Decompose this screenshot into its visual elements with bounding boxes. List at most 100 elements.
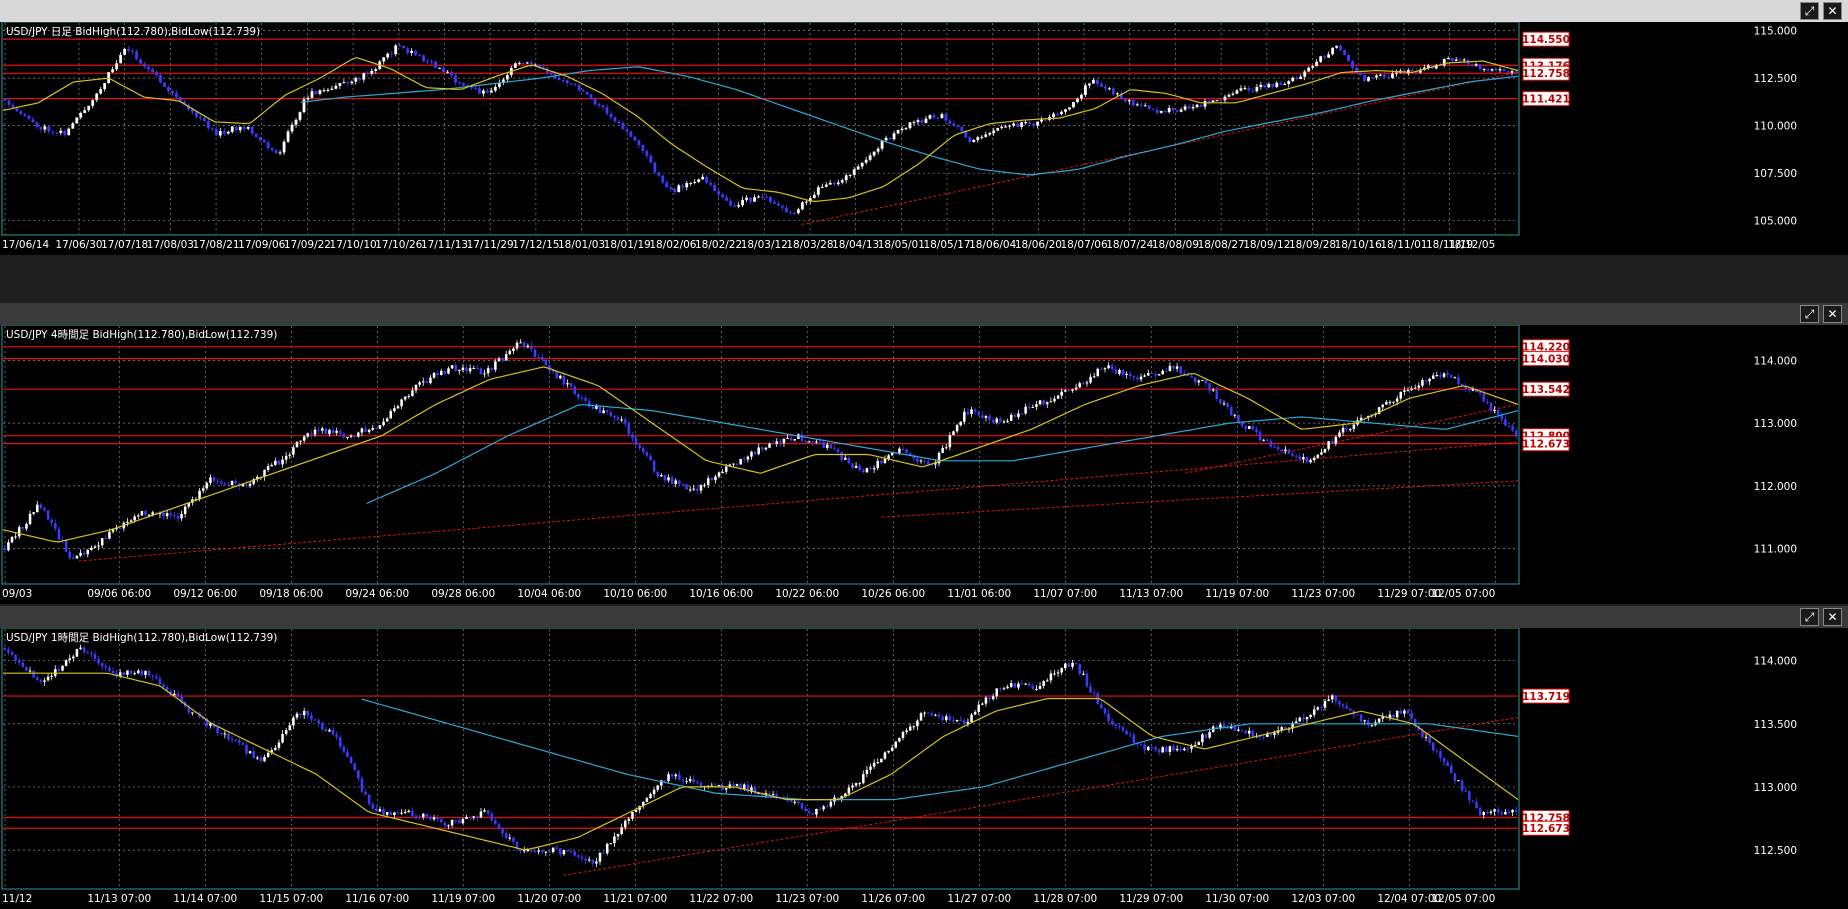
candle-body: [67, 128, 71, 136]
panel-titlebar: ⤢ ✕: [0, 303, 1848, 325]
candle-body: [144, 511, 147, 515]
candle-body: [91, 100, 95, 106]
candle-body: [559, 848, 562, 855]
candle-body: [1269, 440, 1273, 447]
chart-panel-1h[interactable]: ⤢ ✕ 112.500 113.000 113.500 114.000 11/12 11/…: [0, 606, 1848, 909]
candle-body: [807, 441, 811, 443]
candle-body: [1143, 375, 1146, 377]
candle-body: [663, 475, 667, 481]
candle-body: [180, 513, 183, 519]
candle-body: [642, 448, 645, 453]
candle-body: [375, 427, 378, 429]
candle-body: [912, 726, 916, 728]
candle-body: [320, 428, 324, 431]
chart-panel-4h[interactable]: ⤢ ✕ 111.000 112.000 113.000 114.000 09/03 09/…: [0, 303, 1848, 606]
candle-body: [613, 117, 617, 122]
candle-body: [739, 458, 742, 465]
candle-body: [753, 197, 756, 202]
candle-body: [1179, 366, 1182, 374]
candle-body: [1395, 710, 1399, 718]
x-tick-label: 11/23 07:00: [775, 893, 839, 905]
candle-body: [627, 423, 631, 435]
4h-candlestick-chart[interactable]: 111.000 112.000 113.000 114.000 09/03 09/06 0…: [0, 325, 1848, 604]
candle-body: [256, 757, 259, 759]
candle-body: [1375, 75, 1378, 78]
candle-body: [1356, 714, 1359, 716]
candle-body: [811, 441, 815, 443]
candle-body: [100, 538, 104, 546]
x-tick-label: 11/23 07:00: [1291, 588, 1355, 600]
x-tick-label: 11/20 07:00: [517, 893, 581, 905]
candle-body: [378, 809, 382, 812]
candle-body: [346, 436, 349, 438]
candle-body: [370, 70, 374, 74]
candle-body: [378, 425, 382, 429]
candle-body: [872, 468, 876, 470]
candle-body: [346, 751, 349, 758]
candle-body: [923, 712, 926, 714]
candle-body: [241, 742, 245, 745]
candle-body: [75, 649, 79, 657]
close-icon[interactable]: ✕: [1823, 608, 1842, 626]
candle-body: [1017, 683, 1020, 688]
candle-body: [1002, 421, 1006, 423]
candle-body: [219, 481, 223, 484]
candle-body: [995, 688, 999, 697]
1h-candlestick-chart[interactable]: 112.500 113.000 113.500 114.000 11/12 11/13 0…: [0, 628, 1848, 909]
candle-body: [1381, 404, 1384, 408]
candle-body: [1088, 83, 1091, 86]
maximize-icon[interactable]: ⤢: [1800, 608, 1819, 626]
candle-body: [302, 436, 306, 441]
candle-body: [458, 820, 461, 824]
x-tick-label: 18/06/20: [1015, 239, 1062, 251]
candle-body: [87, 105, 91, 111]
candle-body: [551, 847, 555, 853]
candle-body: [970, 714, 973, 722]
x-tick-label: 11/27 07:00: [947, 893, 1011, 905]
maximize-icon[interactable]: ⤢: [1800, 2, 1819, 20]
candle-body: [1237, 414, 1240, 423]
candle-body: [972, 139, 976, 143]
candle-body: [1279, 82, 1283, 85]
candle-body: [800, 803, 804, 809]
close-icon[interactable]: ✕: [1823, 305, 1842, 323]
candle-body: [1435, 750, 1439, 752]
candle-body: [926, 712, 930, 714]
candle-body: [753, 787, 757, 794]
candle-body: [959, 421, 962, 426]
candle-body: [1204, 734, 1208, 738]
candle-body: [876, 460, 879, 469]
candle-body: [1147, 373, 1150, 376]
candle-body: [278, 152, 282, 154]
candle-body: [709, 182, 713, 185]
candle-body: [1186, 748, 1190, 750]
daily-candlestick-chart[interactable]: 105.000 107.500 110.000 112.500 115.000 17/06…: [0, 22, 1848, 255]
candle-body: [1064, 109, 1067, 112]
candle-body: [699, 485, 703, 491]
candle-body: [425, 813, 429, 817]
candle-body: [1504, 419, 1507, 426]
candle-body: [1498, 69, 1502, 71]
chart-panel-daily[interactable]: ⤢ ✕ 105.000 107.500 110.000 112.500 115.000 1…: [0, 0, 1848, 255]
candle-body: [324, 428, 328, 435]
x-tick-label: 17/07/18: [101, 239, 148, 251]
maximize-icon[interactable]: ⤢: [1800, 305, 1819, 323]
candle-body: [476, 367, 479, 369]
candle-body: [1132, 376, 1136, 378]
candle-body: [1392, 401, 1395, 403]
candle-body: [43, 680, 46, 682]
candle-body: [880, 758, 883, 763]
candle-body: [804, 441, 807, 443]
close-icon[interactable]: ✕: [1823, 2, 1842, 20]
candle-body: [254, 133, 258, 138]
candle-body: [1135, 104, 1139, 106]
candle-body: [306, 711, 310, 716]
candle-body: [1262, 736, 1265, 738]
candle-body: [609, 113, 613, 118]
candle-body: [1136, 377, 1139, 380]
candle-body: [856, 166, 860, 170]
candle-body: [284, 730, 288, 735]
candle-body: [501, 828, 504, 834]
x-tick-label: 11/07 07:00: [1033, 588, 1097, 600]
candle-body: [1280, 449, 1283, 452]
